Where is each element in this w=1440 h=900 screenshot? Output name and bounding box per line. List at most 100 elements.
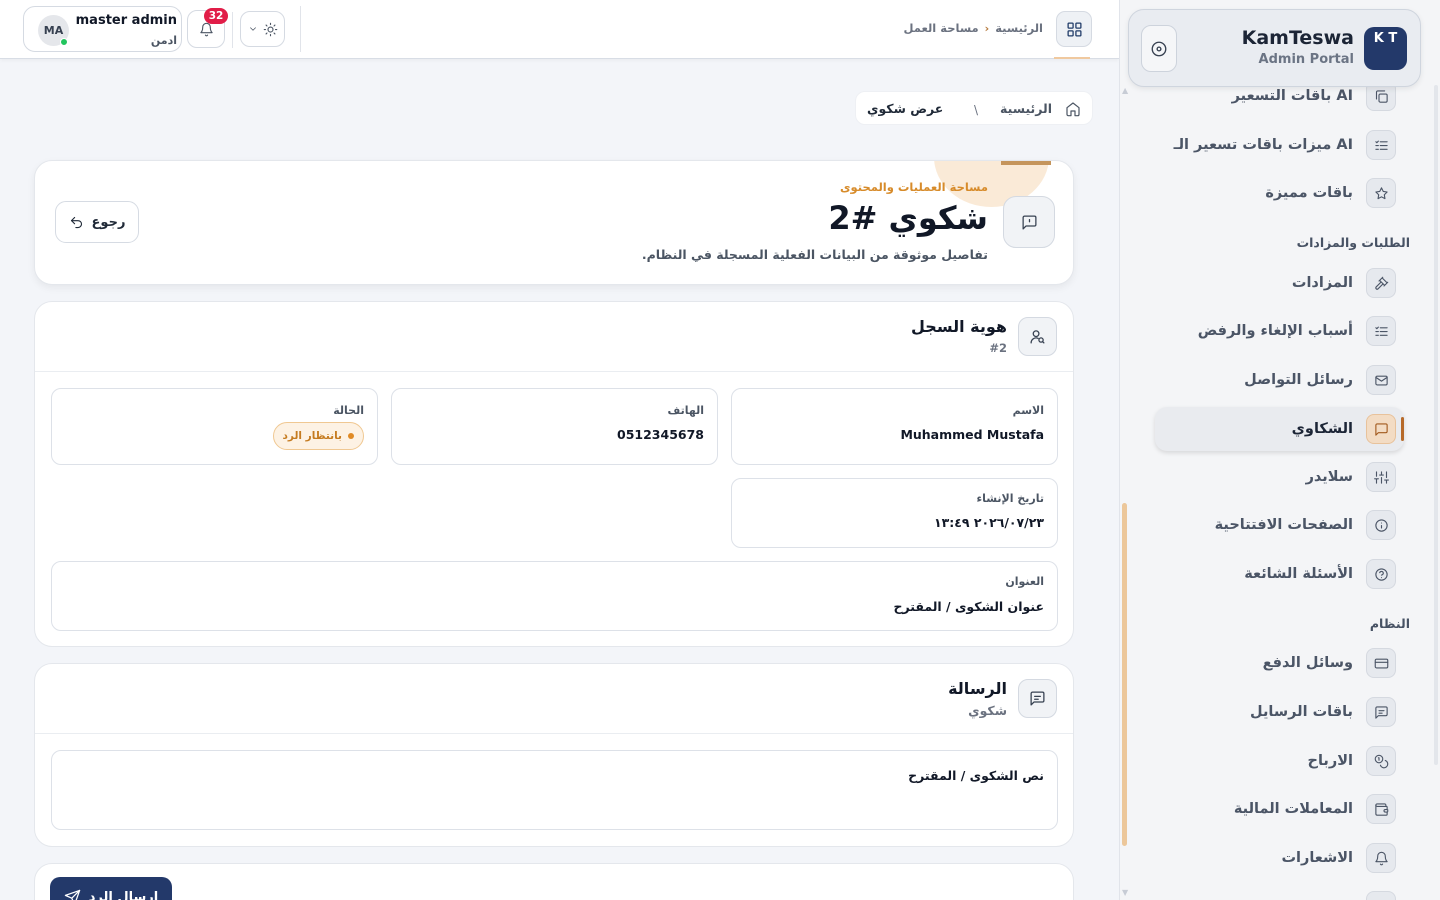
field-subject: العنوان عنوان الشكوى / المقترح xyxy=(51,561,1058,631)
card-title: الرسالة xyxy=(948,679,1007,698)
help-circle-icon xyxy=(1366,559,1396,589)
brand-logo: K T xyxy=(1364,27,1407,70)
sidebar-item-label: الأسئلة الشائعة xyxy=(1244,566,1353,582)
sidebar-item-ai-plan-features[interactable]: ميزات باقات تسعير الـ AI xyxy=(1155,123,1404,167)
sidebar-toggle-button[interactable] xyxy=(1141,25,1177,72)
sidebar-item-auctions[interactable]: المزادات xyxy=(1155,261,1404,305)
field-phone: الهاتف 0512345678 xyxy=(391,388,718,465)
sidebar-item-profits[interactable]: الارباح xyxy=(1155,739,1404,783)
theme-toggle-button[interactable] xyxy=(240,11,285,47)
sidebar-item-label: الاشعارات xyxy=(1281,850,1353,866)
mail-icon xyxy=(1366,365,1396,395)
field-value: Muhammed Mustafa xyxy=(900,427,1044,442)
sidebar-item-label: الارباح xyxy=(1307,753,1353,769)
sidebar-item-label: رسائل التواصل xyxy=(1244,372,1353,388)
sidebar-item-label: أسباب الإلغاء والرفض xyxy=(1197,323,1353,339)
sidebar-item-onboarding-pages[interactable]: الصفحات الافتتاحية xyxy=(1155,503,1404,547)
info-icon xyxy=(1366,510,1396,540)
brand-name: KamTeswa xyxy=(1241,27,1354,49)
field-label: الحالة xyxy=(333,404,364,417)
sidebar-item-label: المزادات xyxy=(1291,275,1353,291)
breadcrumb-separator: \ xyxy=(974,103,979,117)
sidebar-scroll-thumb[interactable] xyxy=(1122,503,1127,846)
scroll-down-icon[interactable]: ▼ xyxy=(1122,888,1128,897)
gavel-icon xyxy=(1366,268,1396,298)
layout-grid-icon xyxy=(1066,21,1082,37)
target-icon xyxy=(1151,41,1167,56)
field-status: الحالة بانتظار الرد xyxy=(51,388,378,465)
chevron-left-icon: ‹ xyxy=(984,21,990,35)
sidebar-item-contact-messages[interactable]: رسائل التواصل xyxy=(1155,358,1404,402)
user-menu[interactable]: MA master admin ادمن xyxy=(23,6,182,52)
home-icon[interactable] xyxy=(1065,101,1081,117)
chevron-down-icon xyxy=(249,27,256,31)
sidebar-item-complaints[interactable]: الشكاوي xyxy=(1155,407,1404,451)
page-subtitle: تفاصيل موثوقة من البيانات الفعلية المسجل… xyxy=(641,247,988,262)
divider xyxy=(232,12,233,48)
status-text: بانتظار الرد xyxy=(282,430,342,442)
field-value: عنوان الشكوى / المقترح xyxy=(893,599,1044,614)
field-name: الاسم Muhammed Mustafa xyxy=(731,388,1058,465)
credit-card-icon xyxy=(1366,648,1396,678)
sidebar-item-notifications[interactable]: الاشعارات xyxy=(1155,836,1404,880)
sidebar-item-faq[interactable]: الأسئلة الشائعة xyxy=(1155,552,1404,596)
field-label: الهاتف xyxy=(667,404,704,417)
field-label: تاريخ الإنشاء xyxy=(976,492,1044,505)
status-badge: بانتظار الرد xyxy=(272,422,364,450)
sidebar-item-label: الشكاوي xyxy=(1291,421,1353,437)
card-header: هوية السجل #2 xyxy=(35,302,1073,372)
sidebar-item-label: سلايدر xyxy=(1305,469,1353,485)
send-label: إرسال الرد xyxy=(88,889,159,900)
sidebar-section-orders: الطلبات والمزادات xyxy=(1296,235,1410,250)
sidebar-item-label: وسائل الدفع xyxy=(1262,655,1353,671)
user-search-icon xyxy=(1018,317,1057,356)
breadcrumb-current: مساحة العمل xyxy=(903,21,979,35)
sidebar-item-cancel-reasons[interactable]: أسباب الإلغاء والرفض xyxy=(1155,309,1404,353)
send-reply-button[interactable]: إرسال الرد xyxy=(50,877,172,900)
breadcrumb: الرئيسية ‹ مساحة العمل xyxy=(904,21,1043,35)
sliders-icon xyxy=(1366,462,1396,492)
page-title: شكوي #2 xyxy=(828,199,988,237)
sidebar-item-message-packages[interactable]: باقات الرسايل xyxy=(1155,690,1404,734)
wallet-icon xyxy=(1366,794,1396,824)
message-icon xyxy=(1366,697,1396,727)
reply-card xyxy=(34,863,1074,900)
sidebar-item-financial-transactions[interactable]: المعاملات المالية xyxy=(1155,787,1404,831)
online-indicator xyxy=(60,38,68,46)
page-kicker: مساحة العمليات والمحتوى xyxy=(840,180,988,194)
breadcrumb-home[interactable]: الرئيسية xyxy=(995,21,1043,35)
scroll-up-icon[interactable]: ▲ xyxy=(1122,86,1128,95)
breadcrumb-home[interactable]: الرئيسية xyxy=(1000,101,1052,116)
sidebar-item-featured-plans[interactable]: باقات مميزة xyxy=(1155,171,1404,215)
brand-card: K T KamTeswa Admin Portal xyxy=(1128,9,1421,87)
card-header: الرسالة شكوي xyxy=(35,664,1073,734)
list-check-icon xyxy=(1366,316,1396,346)
complaint-icon xyxy=(1003,196,1055,248)
card-subtitle: شكوي xyxy=(968,703,1007,718)
bell-icon xyxy=(1366,843,1396,873)
status-dot xyxy=(348,433,354,439)
undo-arrow-icon xyxy=(70,216,82,228)
sidebar-scrollbar[interactable] xyxy=(1434,85,1438,765)
field-label: الاسم xyxy=(1012,404,1044,417)
sidebar-item-label: باقات التسعير AI xyxy=(1231,88,1353,104)
record-id: #2 xyxy=(989,341,1007,355)
sidebar-item-partial[interactable] xyxy=(1155,884,1404,900)
message-card: الرسالة شكوي نص الشكوى / المقترح xyxy=(34,663,1074,847)
message-square-icon xyxy=(1018,679,1057,718)
field-created-at: تاريخ الإنشاء ٢٠٢٦/٠٧/٢٣ ١٣:٤٩ xyxy=(731,478,1058,548)
sidebar-item-label: ميزات باقات تسعير الـ AI xyxy=(1173,137,1353,153)
brand-subtitle: Admin Portal xyxy=(1258,52,1354,67)
sidebar-section-system: النظام xyxy=(1369,616,1410,631)
workspace-button[interactable] xyxy=(1056,11,1092,47)
page-breadcrumb: الرئيسية \ عرض شكوي xyxy=(855,91,1093,125)
sidebar-item-slider[interactable]: سلايدر xyxy=(1155,455,1404,499)
record-identity-card: هوية السجل #2 الاسم Muhammed Mustafa اله… xyxy=(34,301,1074,647)
field-value: 0512345678 xyxy=(617,427,704,442)
send-icon xyxy=(64,889,80,900)
active-indicator xyxy=(1401,417,1404,441)
sidebar-item-payment-methods[interactable]: وسائل الدفع xyxy=(1155,641,1404,685)
message-body: نص الشكوى / المقترح xyxy=(51,750,1058,830)
back-button[interactable]: رجوع xyxy=(55,201,139,243)
top-bar: MA master admin ادمن 32 الرئيسية ‹ مساحة… xyxy=(0,0,1119,59)
